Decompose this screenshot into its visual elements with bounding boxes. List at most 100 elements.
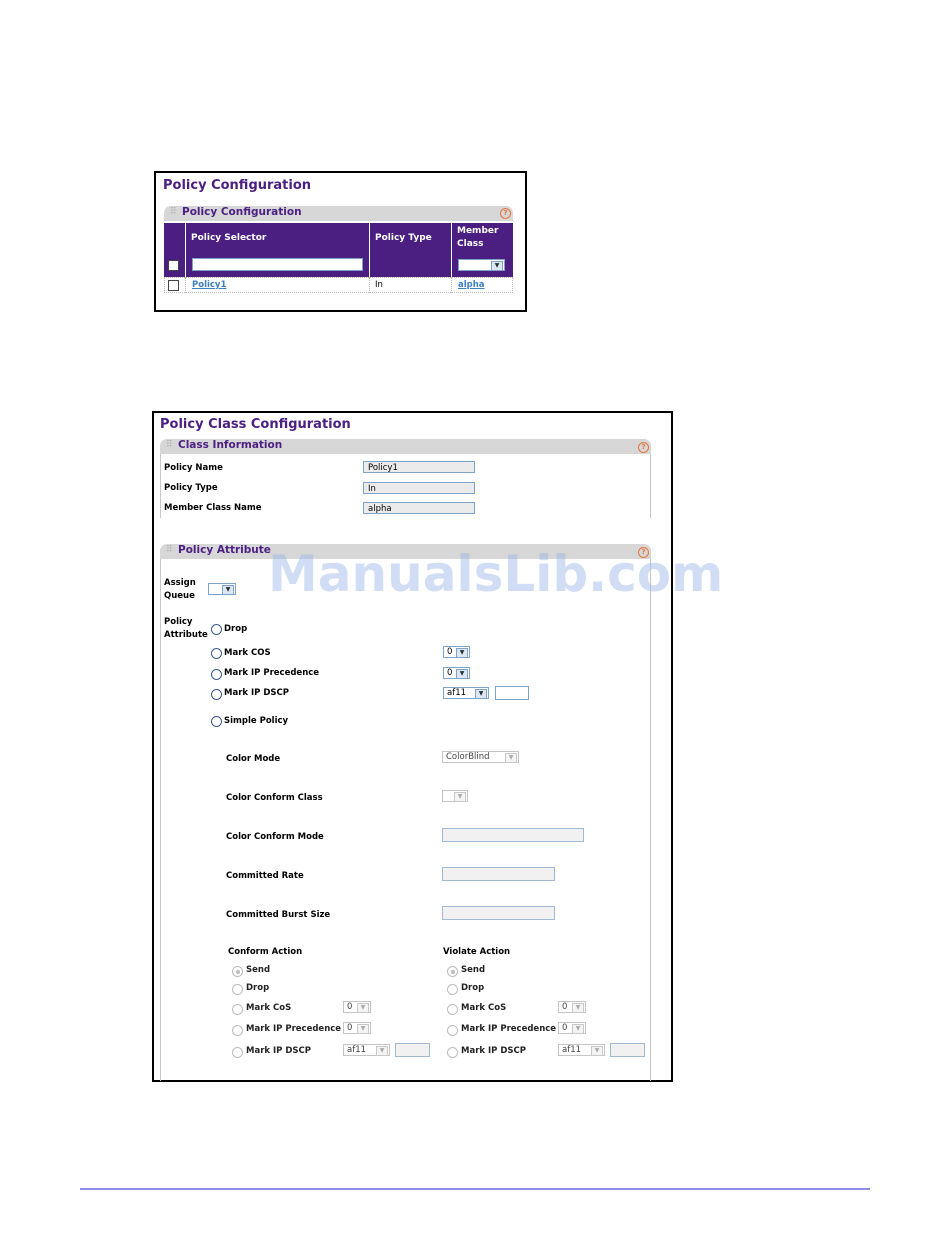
help-icon[interactable]: ?	[500, 208, 511, 219]
new-row-checkbox[interactable]	[168, 260, 179, 271]
table-header-divider	[185, 223, 186, 253]
chevron-down-icon: ▼	[357, 1024, 369, 1034]
policy-selector-input[interactable]	[192, 258, 363, 271]
member-class-select[interactable]: ▼	[458, 259, 505, 271]
page-title: Policy Configuration	[163, 178, 312, 193]
mark-cos-label: Mark COS	[224, 648, 271, 658]
assign-queue-select[interactable]: ▼	[208, 583, 236, 595]
violate-mark-cos-radio[interactable]	[447, 1004, 458, 1015]
mark-ip-dscp-radio[interactable]	[211, 689, 222, 700]
section-title: Policy Configuration	[182, 206, 302, 218]
policy-attribute-label: Attribute	[164, 630, 208, 640]
violate-mark-ip-dscp-input[interactable]	[610, 1043, 645, 1057]
section-border-left	[160, 559, 161, 1081]
section-title: Class Information	[178, 439, 283, 451]
section-border-right	[650, 559, 651, 1081]
color-conform-mode-label: Color Conform Mode	[226, 832, 324, 842]
mark-ip-precedence-radio[interactable]	[211, 669, 222, 680]
table-row-divider	[185, 253, 186, 277]
conform-mark-ip-precedence-radio[interactable]	[232, 1025, 243, 1036]
table-row-divider	[185, 277, 187, 293]
grip-icon: ⠿	[166, 545, 173, 555]
conform-mark-ip-precedence-value: 0	[347, 1023, 353, 1033]
conform-action-title: Conform Action	[228, 947, 303, 957]
row-checkbox[interactable]	[168, 280, 179, 291]
drop-label: Drop	[224, 624, 248, 634]
committed-burst-size-label: Committed Burst Size	[226, 910, 331, 920]
chevron-down-icon: ▼	[505, 753, 517, 763]
violate-drop-radio[interactable]	[447, 984, 458, 995]
chevron-down-icon: ▼	[454, 792, 466, 802]
conform-mark-cos-label: Mark CoS	[246, 1003, 292, 1013]
policy-selector-link[interactable]: Policy1	[192, 280, 226, 290]
conform-mark-ip-precedence-label: Mark IP Precedence	[246, 1024, 342, 1034]
simple-policy-radio[interactable]	[211, 716, 222, 727]
color-mode-label: Color Mode	[226, 754, 281, 764]
table-row-divider	[451, 277, 453, 293]
mark-ip-dscp-input[interactable]	[495, 686, 529, 700]
table-row-divider	[369, 277, 371, 293]
violate-mark-ip-dscp-label: Mark IP DSCP	[461, 1046, 526, 1056]
conform-send-label: Send	[246, 965, 271, 975]
conform-drop-label: Drop	[246, 983, 270, 993]
color-mode-value: ColorBlind	[446, 752, 490, 762]
chevron-down-icon: ▼	[491, 261, 503, 271]
chevron-down-icon: ▼	[572, 1024, 584, 1034]
chevron-down-icon: ▼	[222, 585, 234, 595]
violate-mark-ip-dscp-radio[interactable]	[447, 1047, 458, 1058]
violate-mark-ip-dscp-select[interactable]: af11 ▼	[558, 1044, 605, 1056]
chevron-down-icon: ▼	[591, 1046, 603, 1056]
color-conform-class-select[interactable]: ▼	[442, 790, 468, 802]
committed-rate-input[interactable]	[442, 867, 555, 881]
chevron-down-icon: ▼	[456, 648, 468, 658]
violate-send-radio[interactable]	[447, 966, 458, 977]
help-icon[interactable]: ?	[638, 442, 649, 453]
conform-mark-ip-dscp-radio[interactable]	[232, 1047, 243, 1058]
conform-mark-ip-dscp-select[interactable]: af11 ▼	[343, 1044, 390, 1056]
column-header-member-class: Class	[457, 239, 484, 249]
mark-ip-dscp-value: af11	[447, 688, 467, 698]
assign-queue-label: Assign	[164, 578, 196, 588]
committed-rate-label: Committed Rate	[226, 871, 304, 881]
mark-ip-precedence-select[interactable]: 0 ▼	[443, 667, 470, 679]
mark-cos-value: 0	[447, 647, 453, 657]
mark-ip-dscp-select[interactable]: af11 ▼	[443, 687, 489, 699]
member-class-link[interactable]: alpha	[458, 280, 485, 290]
conform-send-radio[interactable]	[232, 966, 243, 977]
violate-mark-ip-precedence-radio[interactable]	[447, 1025, 458, 1036]
conform-mark-ip-precedence-select[interactable]: 0 ▼	[343, 1022, 371, 1034]
conform-mark-cos-select[interactable]: 0 ▼	[343, 1001, 371, 1013]
policy-type-field: In	[363, 482, 475, 494]
color-mode-select[interactable]: ColorBlind ▼	[442, 751, 519, 763]
mark-cos-radio[interactable]	[211, 648, 222, 659]
conform-drop-radio[interactable]	[232, 984, 243, 995]
violate-mark-ip-precedence-select[interactable]: 0 ▼	[558, 1022, 586, 1034]
violate-mark-ip-dscp-value: af11	[562, 1045, 582, 1055]
section-border-left	[160, 454, 161, 518]
color-conform-mode-input[interactable]	[442, 828, 584, 842]
section-border-right	[650, 454, 651, 518]
conform-mark-ip-dscp-value: af11	[347, 1045, 367, 1055]
violate-mark-cos-value: 0	[562, 1002, 568, 1012]
page-title: Policy Class Configuration	[160, 417, 351, 432]
conform-mark-ip-dscp-input[interactable]	[395, 1043, 430, 1057]
violate-mark-cos-select[interactable]: 0 ▼	[558, 1001, 586, 1013]
mark-cos-select[interactable]: 0 ▼	[443, 646, 470, 658]
grip-icon: ⠿	[166, 440, 173, 450]
watermark: ManualsLib.com	[268, 545, 724, 603]
table-header-divider	[369, 223, 370, 253]
grip-icon: ⠿	[170, 207, 177, 217]
mark-ip-dscp-label: Mark IP DSCP	[224, 688, 289, 698]
table-header-divider	[451, 223, 452, 253]
field-label: Policy Type	[164, 483, 218, 493]
chevron-down-icon: ▼	[572, 1003, 584, 1013]
chevron-down-icon: ▼	[456, 669, 468, 679]
policy-name-field: Policy1	[363, 461, 475, 473]
member-class-name-field: alpha	[363, 502, 475, 514]
violate-drop-label: Drop	[461, 983, 485, 993]
conform-mark-cos-radio[interactable]	[232, 1004, 243, 1015]
committed-burst-size-input[interactable]	[442, 906, 555, 920]
drop-radio[interactable]	[211, 624, 222, 635]
policy-configuration-section-header: ⠿ Policy Configuration	[164, 206, 513, 221]
violate-send-label: Send	[461, 965, 486, 975]
